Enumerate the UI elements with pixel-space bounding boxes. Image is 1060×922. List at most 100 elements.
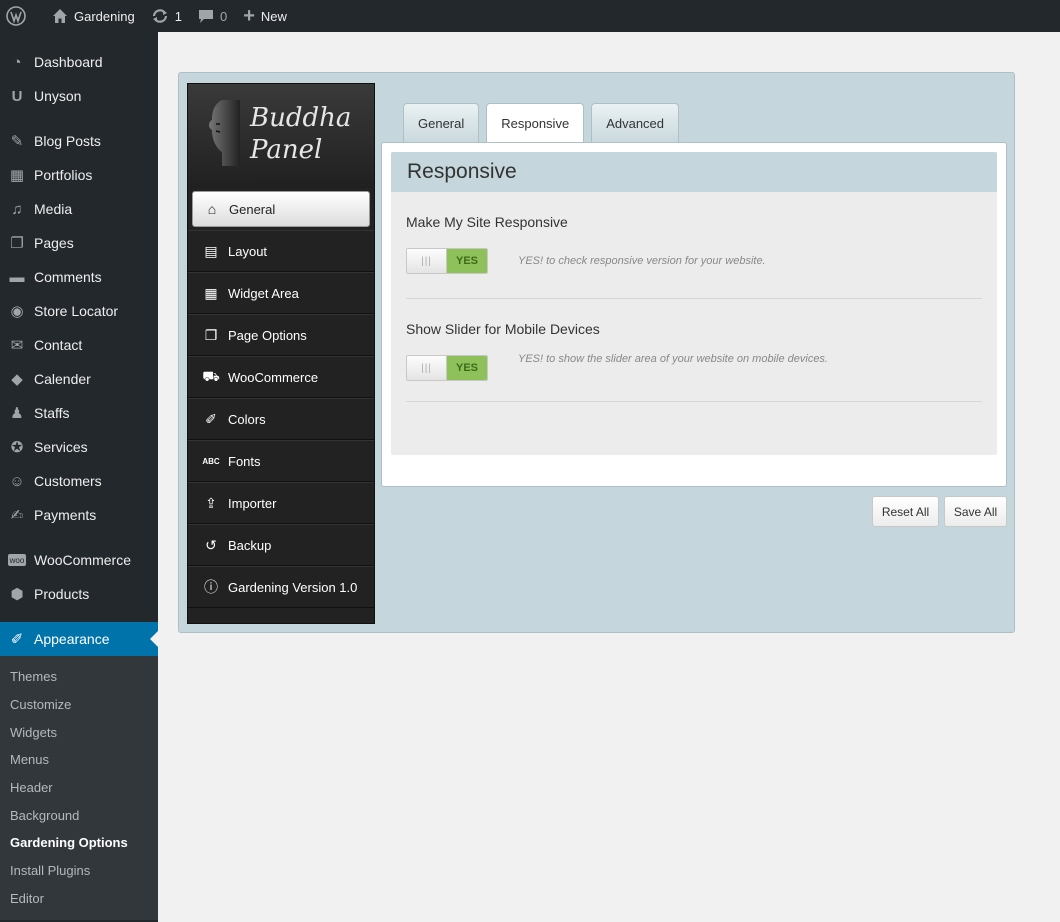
menu-label: Blog Posts [34,133,101,149]
menu-item-blog-posts[interactable]: ✎ Blog Posts [0,124,158,158]
unyson-icon: U [11,87,23,105]
section-title: Responsive [391,152,997,192]
submenu-editor[interactable]: Editor [0,885,158,913]
products-icon: ⬢ [10,586,24,603]
site-name: Gardening [74,8,135,24]
updates-count: 1 [174,8,182,24]
tab-responsive[interactable]: Responsive [486,103,585,143]
options-panel: Buddha Panel ⌂ General ▤ Layout ▦ Widget Ar… [178,72,1015,633]
panel-nav-label: WooCommerce [228,369,319,385]
panel-nav-label: Importer [228,495,277,511]
menu-label: WooCommerce [34,552,131,568]
panel-nav-label: Colors [228,411,266,427]
divider [406,401,982,402]
toggle-yes-label: YES [447,356,487,380]
panel-nav: Buddha Panel ⌂ General ▤ Layout ▦ Widget Ar… [187,83,375,624]
option-title: Make My Site Responsive [406,214,568,230]
updates-link[interactable]: 1 [143,0,190,32]
menu-item-pages[interactable]: ❐ Pages [0,226,158,260]
panel-nav-label: Gardening Version 1.0 [228,579,358,595]
menu-item-appearance[interactable]: ✐ Appearance [0,622,158,656]
media-icon: ♫ [11,200,23,218]
logo-line-1: Buddha [250,103,352,133]
wordpress-icon [6,6,26,26]
responsive-toggle[interactable]: ||| YES [406,248,488,274]
menu-label: Media [34,201,73,217]
panel-nav-general[interactable]: ⌂ General [192,191,370,227]
submenu-customize[interactable]: Customize [0,691,158,719]
portfolio-icon: ▦ [9,167,25,184]
panel-nav-woocommerce[interactable]: ⛟ WooCommerce [188,356,374,398]
option-mobile-slider: Show Slider for Mobile Devices ||| YES Y… [391,299,997,402]
menu-item-payments[interactable]: ✍ Payments [0,498,158,532]
cart-icon: ⛟ [202,367,220,384]
site-name-link[interactable]: Gardening [40,0,143,32]
reset-all-button[interactable]: Reset All [872,496,939,527]
submenu-gardening-options[interactable]: Gardening Options [0,829,158,857]
new-content-link[interactable]: + New [235,0,295,32]
menu-label: Store Locator [34,303,119,319]
fonts-icon: ABC [202,456,220,466]
panel-nav-label: Page Options [228,327,307,343]
menu-item-services[interactable]: ✪ Services [0,430,158,464]
menu-label: Unyson [34,88,82,104]
tab-advanced[interactable]: Advanced [591,103,680,143]
menu-item-customers[interactable]: ☺ Customers [0,464,158,498]
plus-icon: + [243,4,255,27]
submenu-background[interactable]: Background [0,801,158,829]
brush-icon: ✐ [10,631,24,648]
submenu-install-plugins[interactable]: Install Plugins [0,857,158,885]
menu-label: Portfolios [34,167,93,183]
menu-item-dashboard[interactable]: ◔ Dashboard [0,45,158,79]
menu-label: Pages [34,235,74,251]
panel-tabs: General Responsive Advanced [403,103,686,143]
toggle-knob: ||| [407,356,447,380]
comment-icon [198,8,214,24]
toggle-yes-label: YES [447,249,487,273]
tab-general[interactable]: General [403,103,480,143]
woocommerce-icon: woo [8,554,26,566]
staff-icon: ♟ [10,405,24,422]
save-all-button[interactable]: Save All [944,496,1007,527]
panel-logo: Buddha Panel [188,84,374,188]
panel-nav-colors[interactable]: ✐ Colors [188,398,374,440]
panel-nav-widget-area[interactable]: ▦ Widget Area [188,272,374,314]
menu-item-portfolios[interactable]: ▦ Portfolios [0,158,158,192]
submenu-widgets[interactable]: Widgets [0,718,158,746]
panel-nav-fonts[interactable]: ABC Fonts [188,440,374,482]
submenu-themes[interactable]: Themes [0,663,158,691]
panel-nav-layout[interactable]: ▤ Layout [188,230,374,272]
menu-item-staffs[interactable]: ♟ Staffs [0,396,158,430]
panel-nav-page-options[interactable]: ❐ Page Options [188,314,374,356]
menu-item-products[interactable]: ⬢ Products [0,577,158,611]
menu-item-woocommerce[interactable]: woo WooCommerce [0,543,158,577]
comments-icon: ▬ [9,268,25,286]
menu-label: Appearance [34,631,110,647]
menu-item-comments[interactable]: ▬ Comments [0,260,158,294]
menu-item-unyson[interactable]: U Unyson [0,79,158,113]
pin-icon: ✎ [10,133,24,150]
menu-item-calender[interactable]: ◆ Calender [0,362,158,396]
comments-link[interactable]: 0 [190,0,235,32]
copy-icon: ❐ [204,326,218,343]
panel-nav-importer[interactable]: ⇪ Importer [188,482,374,524]
mobile-slider-toggle[interactable]: ||| YES [406,355,488,381]
panel-nav-label: Layout [228,243,268,259]
menu-item-store-locator[interactable]: ◉ Store Locator [0,294,158,328]
refresh-icon [151,8,169,24]
menu-item-media[interactable]: ♫ Media [0,192,158,226]
menu-item-contact[interactable]: ✉ Contact [0,328,158,362]
panel-nav-label: Widget Area [228,285,299,301]
submenu-menus[interactable]: Menus [0,746,158,774]
panel-nav-backup[interactable]: ↺ Backup [188,524,374,566]
buddha-icon [209,100,240,166]
menu-label: Staffs [34,405,70,421]
menu-label: Contact [34,337,83,353]
panel-nav-label: Backup [228,537,272,553]
layout-icon: ▤ [204,242,218,259]
wp-logo-button[interactable] [0,0,40,32]
panel-nav-version[interactable]: ⓘ Gardening Version 1.0 [188,566,374,608]
submenu-header[interactable]: Header [0,774,158,802]
menu-label: Payments [34,507,97,523]
option-responsive: Make My Site Responsive ||| YES YES! to … [391,192,997,299]
